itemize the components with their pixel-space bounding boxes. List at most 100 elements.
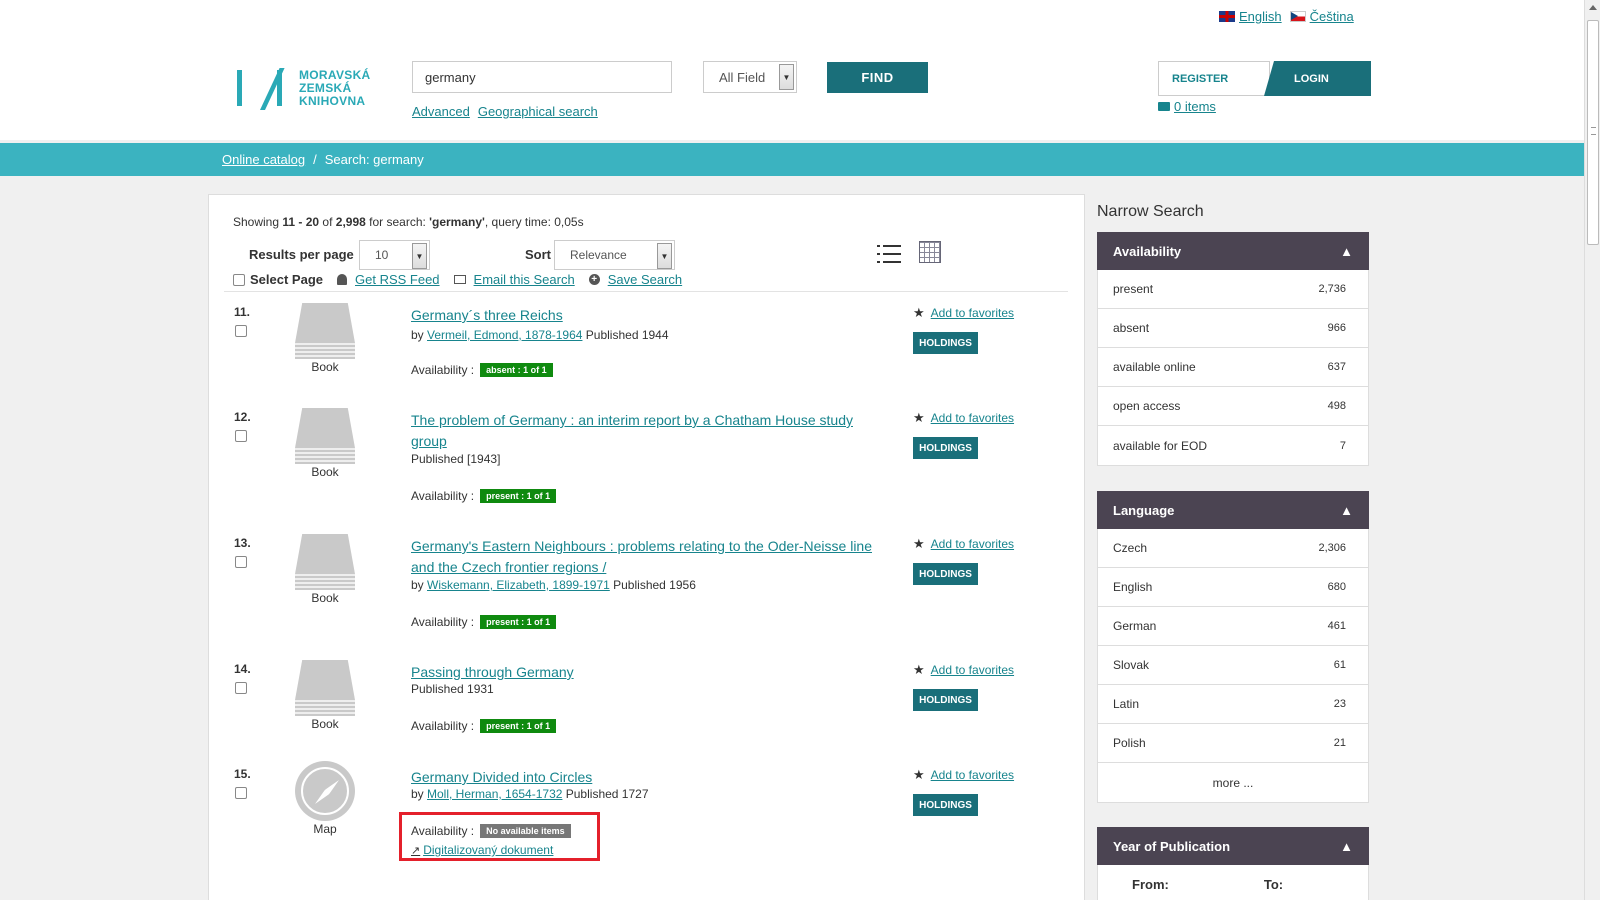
facet-item[interactable]: Polish 21 (1098, 724, 1368, 763)
record-type: Book (311, 717, 339, 731)
star-icon: ★ (913, 305, 925, 320)
author-link[interactable]: Wiskemann, Elizabeth, 1899-1971 (427, 578, 610, 592)
facet-header[interactable]: Year of Publication ▲ (1097, 827, 1369, 865)
rss-feed-link[interactable]: Get RSS Feed (355, 272, 440, 287)
site-header: English Čeština MORAVSKÁ ZEMSKÁ KNIHOVNA… (0, 0, 1584, 140)
language-czech-label: Čeština (1309, 9, 1354, 24)
search-sub-links: Advanced Geographical search (412, 104, 598, 119)
search-input[interactable] (412, 61, 672, 93)
register-button[interactable]: REGISTER (1158, 61, 1270, 96)
grid-view-icon[interactable] (919, 241, 941, 263)
email-search-link[interactable]: Email this Search (474, 272, 575, 287)
facet-language: Language ▲ Czech 2,306 English 680 German 4… (1097, 491, 1369, 803)
star-icon: ★ (913, 410, 925, 425)
record-checkbox[interactable] (235, 787, 247, 799)
facet-item[interactable]: Slovak 61 (1098, 646, 1368, 685)
facet-more-link[interactable]: more ... (1098, 763, 1368, 802)
record-availability: Availability : No available items (411, 824, 571, 838)
advanced-search-link[interactable]: Advanced (412, 104, 470, 119)
holdings-button[interactable]: HOLDINGS (913, 689, 978, 711)
add-to-favorites[interactable]: ★ Add to favorites (913, 767, 1014, 783)
library-logo[interactable]: MORAVSKÁ ZEMSKÁ KNIHOVNA (237, 67, 371, 110)
add-to-favorites[interactable]: ★ Add to favorites (913, 662, 1014, 678)
record-title-link[interactable]: Germany's Eastern Neighbours : problems … (411, 536, 881, 578)
facet-item[interactable]: Czech 2,306 (1098, 529, 1368, 568)
record-meta: Published [1943] (411, 452, 501, 466)
facet-header[interactable]: Language ▲ (1097, 491, 1369, 529)
record-availability: Availability : present : 1 of 1 (411, 615, 557, 629)
add-to-favorites[interactable]: ★ Add to favorites (913, 305, 1014, 321)
facet-item[interactable]: German 461 (1098, 607, 1368, 646)
checkbox[interactable] (233, 273, 245, 286)
bell-icon (337, 274, 347, 285)
breadcrumb-home-link[interactable]: Online catalog (222, 152, 305, 167)
facet-item[interactable]: open access 498 (1098, 387, 1368, 426)
language-english-label: English (1239, 9, 1282, 24)
facet-item[interactable]: English 680 (1098, 568, 1368, 607)
record-title-link[interactable]: Passing through Germany (411, 662, 881, 683)
availability-badge: present : 1 of 1 (480, 615, 557, 629)
add-to-favorites[interactable]: ★ Add to favorites (913, 536, 1014, 552)
record-availability: Availability : present : 1 of 1 (411, 489, 557, 503)
star-icon: ★ (913, 536, 925, 551)
record-checkbox[interactable] (235, 325, 247, 337)
auth-buttons: REGISTER LOGIN (1158, 61, 1377, 96)
vertical-scrollbar[interactable] (1584, 0, 1600, 900)
results-summary: Showing 11 - 20 of 2,998 for search: 'ge… (233, 215, 584, 229)
record-meta: by Wiskemann, Elizabeth, 1899-1971 Publi… (411, 578, 696, 592)
sort-select[interactable]: Relevance ▼ (554, 240, 675, 270)
record-number: 11. (234, 305, 251, 319)
save-search-link[interactable]: Save Search (608, 272, 682, 287)
record-type: Map (313, 822, 337, 836)
narrow-search-title: Narrow Search (1097, 203, 1204, 220)
facet-header[interactable]: Availability ▲ (1097, 232, 1369, 270)
record-meta: Published 1931 (411, 682, 494, 696)
record-checkbox[interactable] (235, 430, 247, 442)
chevron-down-icon: ▼ (412, 243, 427, 269)
record-checkbox[interactable] (235, 682, 247, 694)
chevron-down-icon: ▼ (779, 64, 794, 90)
find-button[interactable]: FIND (827, 62, 928, 93)
record-meta: by Moll, Herman, 1654-1732 Published 172… (411, 787, 649, 801)
holdings-button[interactable]: HOLDINGS (913, 794, 978, 816)
author-link[interactable]: Vermeil, Edmond, 1878-1964 (427, 328, 582, 342)
facet-item[interactable]: available online 637 (1098, 348, 1368, 387)
facet-item[interactable]: available for EOD 7 (1098, 426, 1368, 465)
record-title-link[interactable]: Germany Divided into Circles (411, 767, 881, 788)
record-title-link[interactable]: Germany´s three Reichs (411, 305, 881, 326)
logo-mark-icon (237, 68, 289, 110)
holdings-button[interactable]: HOLDINGS (913, 437, 978, 459)
breadcrumb: Online catalog / Search: germany (0, 143, 1584, 176)
scroll-up-icon[interactable] (1589, 5, 1597, 10)
facet-availability: Availability ▲ present 2,736 absent 966 av… (1097, 232, 1369, 466)
logo-text: MORAVSKÁ ZEMSKÁ KNIHOVNA (299, 67, 371, 108)
results-panel: Showing 11 - 20 of 2,998 for search: 'ge… (208, 194, 1085, 900)
geographical-search-link[interactable]: Geographical search (478, 104, 598, 119)
list-view-icon[interactable] (877, 243, 901, 265)
author-link[interactable]: Moll, Herman, 1654-1732 (427, 787, 562, 801)
scrollbar-thumb[interactable] (1587, 20, 1599, 245)
facet-item[interactable]: absent 966 (1098, 309, 1368, 348)
holdings-button[interactable]: HOLDINGS (913, 332, 978, 354)
select-page-checkbox[interactable]: Select Page (233, 272, 323, 287)
record-type: Book (311, 591, 339, 605)
record-availability: Availability : absent : 1 of 1 (411, 363, 553, 377)
availability-badge: present : 1 of 1 (480, 489, 557, 503)
facet-item[interactable]: present 2,736 (1098, 270, 1368, 309)
availability-badge: absent : 1 of 1 (480, 363, 553, 377)
digitized-document-link[interactable]: ↗ Digitalizovaný dokument (411, 843, 553, 857)
login-button[interactable]: LOGIN (1264, 61, 1371, 96)
search-field-select[interactable]: All Field ▼ (703, 61, 797, 93)
availability-badge: No available items (480, 824, 571, 838)
external-link-icon: ↗ (411, 844, 421, 857)
add-to-favorites[interactable]: ★ Add to favorites (913, 410, 1014, 426)
record-checkbox[interactable] (235, 556, 247, 568)
language-czech-link[interactable]: Čeština (1289, 9, 1354, 24)
facet-item[interactable]: Latin 23 (1098, 685, 1368, 724)
cart-link[interactable]: 0 items (1158, 99, 1216, 114)
results-per-page-select[interactable]: 10 ▼ (359, 240, 430, 270)
language-english-link[interactable]: English (1219, 9, 1282, 24)
holdings-button[interactable]: HOLDINGS (913, 563, 978, 585)
record-number: 12. (234, 410, 251, 424)
record-title-link[interactable]: The problem of Germany : an interim repo… (411, 410, 881, 452)
